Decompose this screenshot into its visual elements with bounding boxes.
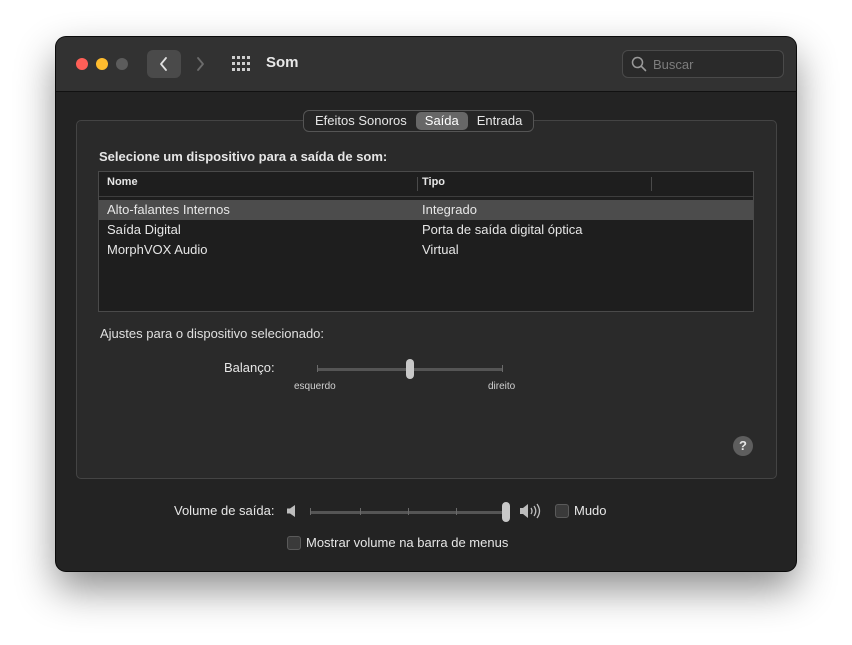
balance-label: Balanço: bbox=[224, 360, 275, 375]
show-volume-menubar-checkbox[interactable] bbox=[287, 536, 301, 550]
zoom-button[interactable] bbox=[116, 58, 128, 70]
table-header: Nome Tipo bbox=[99, 172, 753, 197]
table-row[interactable]: MorphVOX Audio Virtual bbox=[99, 240, 753, 260]
column-header-type[interactable]: Tipo bbox=[422, 176, 445, 188]
device-name: MorphVOX Audio bbox=[107, 242, 208, 257]
window-title: Som bbox=[266, 54, 299, 71]
search-input[interactable] bbox=[653, 55, 773, 73]
column-header-name[interactable]: Nome bbox=[107, 176, 138, 188]
show-all-grid-icon[interactable] bbox=[232, 56, 250, 72]
forward-button[interactable] bbox=[183, 50, 217, 78]
column-divider bbox=[651, 177, 652, 191]
tab-sound-effects[interactable]: Efeitos Sonoros bbox=[306, 112, 416, 130]
volume-tick bbox=[456, 508, 457, 515]
device-type: Porta de saída digital óptica bbox=[422, 222, 583, 237]
chevron-right-icon bbox=[197, 57, 204, 71]
close-button[interactable] bbox=[76, 58, 88, 70]
title-bar: Som bbox=[56, 37, 796, 92]
table-row[interactable]: Alto-falantes Internos Integrado bbox=[99, 200, 753, 220]
mute-label: Mudo bbox=[574, 503, 607, 518]
speaker-low-icon bbox=[287, 505, 295, 517]
chevron-left-icon bbox=[160, 57, 167, 71]
sound-preferences-window: Som Efeitos Sonoros Saída Entrada Seleci… bbox=[56, 37, 796, 571]
device-type: Virtual bbox=[422, 242, 459, 257]
balance-right-label: direito bbox=[488, 381, 516, 392]
output-volume-label: Volume de saída: bbox=[174, 503, 275, 518]
volume-tick bbox=[408, 508, 409, 515]
device-settings-heading: Ajustes para o dispositivo selecionado: bbox=[100, 326, 325, 341]
volume-tick bbox=[360, 508, 361, 515]
mute-checkbox[interactable] bbox=[555, 504, 569, 518]
tab-output[interactable]: Saída bbox=[415, 112, 468, 130]
search-field[interactable] bbox=[622, 50, 784, 78]
tab-input[interactable]: Entrada bbox=[468, 112, 532, 130]
search-icon bbox=[631, 56, 647, 72]
help-button[interactable]: ? bbox=[733, 436, 753, 456]
balance-left-label: esquerdo bbox=[294, 381, 336, 392]
balance-tick bbox=[317, 365, 318, 372]
balance-tick bbox=[502, 365, 503, 372]
output-device-heading: Selecione um dispositivo para a saída de… bbox=[99, 149, 388, 164]
back-button[interactable] bbox=[147, 50, 181, 78]
balance-slider-knob[interactable] bbox=[406, 359, 414, 379]
column-divider bbox=[417, 177, 418, 191]
device-name: Alto-falantes Internos bbox=[107, 202, 230, 217]
table-row[interactable]: Saída Digital Porta de saída digital ópt… bbox=[99, 220, 753, 240]
device-name: Saída Digital bbox=[107, 222, 181, 237]
volume-slider-knob[interactable] bbox=[502, 502, 510, 522]
volume-tick bbox=[310, 508, 311, 515]
device-table[interactable]: Nome Tipo Alto-falantes Internos Integra… bbox=[98, 171, 754, 312]
device-type: Integrado bbox=[422, 202, 477, 217]
show-volume-menubar-label: Mostrar volume na barra de menus bbox=[306, 535, 509, 550]
minimize-button[interactable] bbox=[96, 58, 108, 70]
tab-bar: Efeitos Sonoros Saída Entrada bbox=[303, 110, 535, 132]
speaker-high-icon bbox=[520, 503, 541, 519]
